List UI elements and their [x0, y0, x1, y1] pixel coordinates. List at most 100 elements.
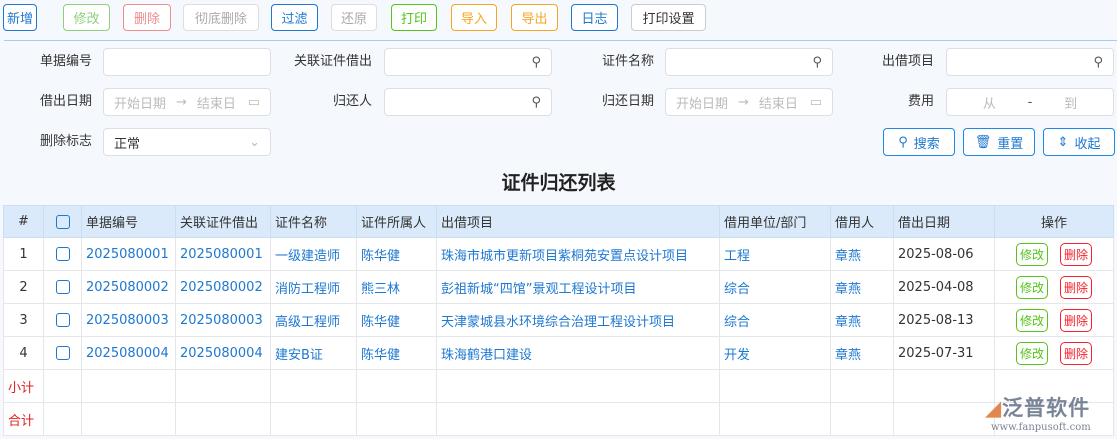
row-actions: 修改 删除 — [994, 336, 1114, 370]
cell[interactable]: 2025080003 — [81, 303, 176, 337]
chevron-updown-icon: ⇕ — [1057, 134, 1069, 150]
cell[interactable]: 章燕 — [830, 336, 894, 370]
cell[interactable]: 高级工程师 — [270, 303, 357, 337]
cell[interactable]: 2025080001 — [175, 237, 271, 271]
cell[interactable]: 2025080003 — [175, 303, 271, 337]
row-edit-button[interactable]: 修改 — [1015, 341, 1048, 365]
cell — [43, 369, 82, 403]
cell: 小计 — [3, 369, 44, 403]
row-delete-button[interactable]: 删除 — [1060, 242, 1093, 266]
cell — [356, 402, 437, 436]
cert-name-input[interactable]: ⚲ — [665, 48, 833, 76]
cell[interactable]: 综合 — [719, 270, 831, 304]
cell[interactable]: 章燕 — [830, 303, 894, 337]
table-row: 2 2025080002 2025080002 消防工程师 熊三林 彭祖新城“四馆”景观工… — [3, 270, 1114, 304]
cell[interactable]: 2025080001 — [81, 237, 176, 271]
cell[interactable]: 章燕 — [830, 237, 894, 271]
returner-input[interactable]: ⚲ — [384, 88, 552, 116]
column-header: 借用单位/部门 — [719, 205, 831, 238]
toolbar-button-7[interactable]: 导入 — [451, 4, 497, 31]
cell: 2025-07-31 — [893, 336, 995, 370]
cell — [356, 369, 437, 403]
toolbar-button-8[interactable]: 导出 — [511, 4, 558, 31]
row-checkbox[interactable] — [43, 336, 82, 370]
column-header: 关联证件借出 — [175, 205, 271, 238]
cell[interactable]: 陈华健 — [356, 237, 437, 271]
cell[interactable]: 综合 — [719, 303, 831, 337]
cell[interactable]: 2025080004 — [81, 336, 176, 370]
cell[interactable]: 2025080002 — [81, 270, 176, 304]
borrow-date-range[interactable]: 开始日期 → 结束日 ▭ — [103, 88, 271, 116]
search-icon[interactable]: ⚲ — [812, 55, 822, 70]
collapse-button[interactable]: ⇕ 收起 — [1043, 128, 1115, 156]
related-borrow-input[interactable]: ⚲ — [384, 48, 552, 76]
row-checkbox[interactable] — [43, 270, 82, 304]
cell[interactable]: 天津蒙城县水环境综合治理工程设计项目 — [436, 303, 720, 337]
returner-label: 归还人 — [332, 94, 372, 109]
toolbar-button-1[interactable]: 修改 — [63, 4, 110, 31]
project-input[interactable]: ⚲ — [946, 48, 1114, 76]
toolbar-button-5[interactable]: 还原 — [331, 4, 377, 31]
return-date-range[interactable]: 开始日期 → 结束日 ▭ — [665, 88, 833, 116]
fee-to-placeholder[interactable]: 到 — [1064, 93, 1077, 112]
cell: 1 — [3, 237, 44, 271]
cell — [830, 402, 894, 436]
cell[interactable]: 陈华健 — [356, 303, 437, 337]
end-date-placeholder: 结束日 — [196, 96, 236, 112]
borrow-date-label: 借出日期 — [39, 94, 92, 109]
toolbar-button-3[interactable]: 彻底删除 — [183, 4, 259, 31]
cell — [893, 402, 995, 436]
cell[interactable]: 珠海鹤港口建设 — [436, 336, 720, 370]
project-label: 出借项目 — [881, 54, 934, 69]
cell[interactable]: 一级建造师 — [270, 237, 357, 271]
toolbar-button-4[interactable]: 过滤 — [271, 4, 318, 31]
cell[interactable]: 消防工程师 — [270, 270, 357, 304]
toolbar-button-6[interactable]: 打印 — [391, 4, 437, 31]
toolbar-button-10[interactable]: 打印设置 — [631, 4, 706, 31]
row-actions: 修改 删除 — [994, 303, 1114, 337]
delete-flag-label: 删除标志 — [39, 134, 92, 149]
row-edit-button[interactable]: 修改 — [1015, 308, 1048, 332]
row-edit-button[interactable]: 修改 — [1015, 242, 1048, 266]
cell[interactable]: 彭祖新城“四馆”景观工程设计项目 — [436, 270, 720, 304]
toolbar-button-0[interactable]: 新增 — [3, 4, 37, 31]
row-checkbox[interactable] — [43, 237, 82, 271]
cell[interactable]: 珠海市城市更新项目紫桐苑安置点设计项目 — [436, 237, 720, 271]
row-delete-button[interactable]: 删除 — [1060, 275, 1093, 299]
column-header: 单据编号 — [81, 205, 176, 238]
cell: 2 — [3, 270, 44, 304]
row-delete-button[interactable]: 删除 — [1060, 308, 1093, 332]
cell[interactable]: 建安B证 — [270, 336, 357, 370]
cell[interactable]: 开发 — [719, 336, 831, 370]
table-row: 1 2025080001 2025080001 一级建造师 陈华健 珠海市城市更新项目紫桐… — [3, 237, 1114, 271]
cell — [436, 402, 720, 436]
toolbar-button-9[interactable]: 日志 — [571, 4, 618, 31]
doc-no-input[interactable] — [103, 48, 271, 76]
row-edit-button[interactable]: 修改 — [1015, 275, 1048, 299]
toolbar-button-2[interactable]: 删除 — [123, 4, 171, 31]
start-date-placeholder: 开始日期 — [114, 96, 167, 112]
column-header: 操作 — [994, 205, 1114, 238]
arrow-right-icon: → — [176, 94, 187, 110]
cell: 3 — [3, 303, 44, 337]
cell: 合计 — [3, 402, 44, 436]
search-button-label: 搜索 — [913, 136, 940, 152]
subtotal-row: 小计 — [3, 369, 1114, 403]
delete-flag-select[interactable]: 正常 ⌄ — [103, 128, 271, 156]
cell[interactable]: 2025080002 — [175, 270, 271, 304]
fee-from-placeholder[interactable]: 从 — [983, 93, 996, 112]
search-button[interactable]: ⚲ 搜索 — [883, 128, 955, 156]
cell[interactable]: 工程 — [719, 237, 831, 271]
search-icon[interactable]: ⚲ — [1093, 55, 1103, 70]
cell[interactable]: 2025080004 — [175, 336, 271, 370]
fee-range[interactable]: 从-到 — [946, 88, 1114, 116]
search-icon[interactable]: ⚲ — [531, 95, 541, 110]
row-checkbox[interactable] — [43, 303, 82, 337]
reset-button[interactable]: 🗑 重置 — [963, 128, 1035, 156]
search-icon[interactable]: ⚲ — [531, 55, 541, 70]
cell[interactable]: 陈华健 — [356, 336, 437, 370]
row-delete-button[interactable]: 删除 — [1060, 341, 1093, 365]
cell[interactable]: 熊三林 — [356, 270, 437, 304]
select-all-checkbox[interactable] — [43, 205, 82, 238]
cell[interactable]: 章燕 — [830, 270, 894, 304]
